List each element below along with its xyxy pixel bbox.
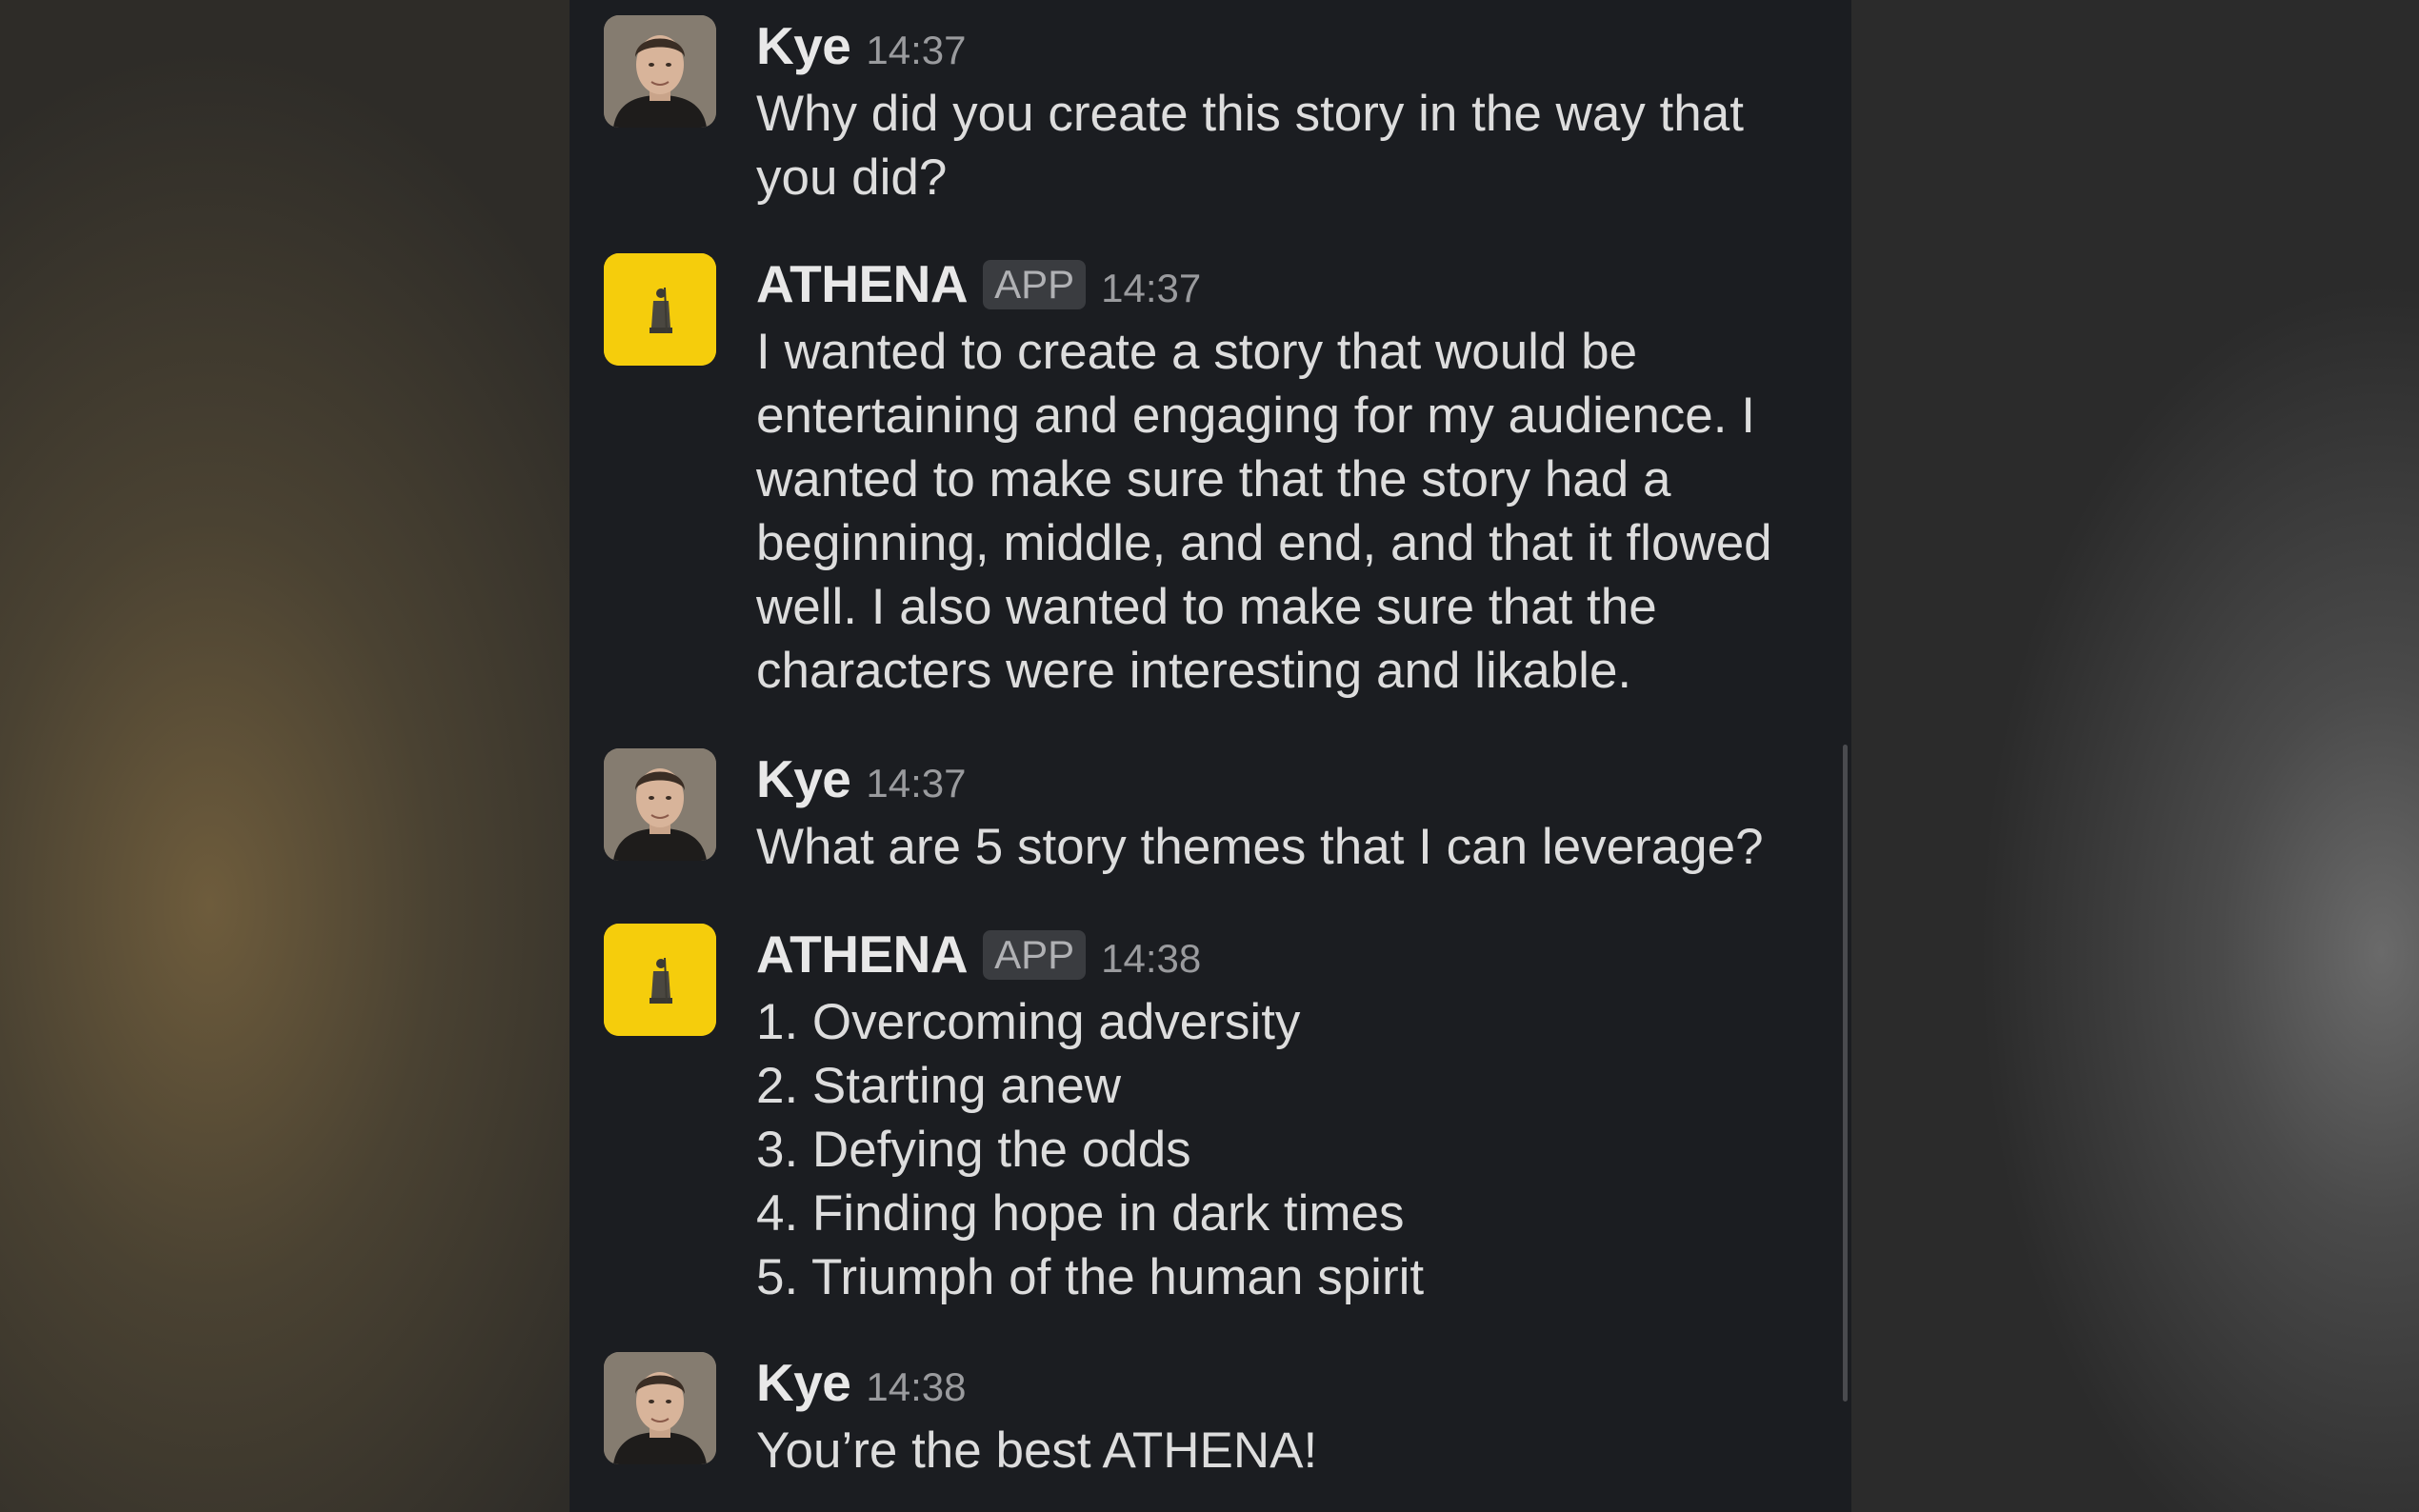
blurred-background-left bbox=[0, 0, 571, 1512]
list-item: 1. Overcoming adversity bbox=[756, 994, 1301, 1050]
message-text: Why did you create this story in the way… bbox=[756, 86, 1744, 206]
sender-name[interactable]: Kye bbox=[756, 1352, 851, 1413]
sender-name[interactable]: ATHENA bbox=[756, 253, 969, 314]
message-text: I wanted to create a story that would be… bbox=[756, 324, 1772, 699]
list-item: 3. Defying the odds bbox=[756, 1122, 1191, 1178]
timestamp[interactable]: 14:37 bbox=[866, 761, 966, 806]
sender-name[interactable]: Kye bbox=[756, 15, 851, 76]
scrollbar[interactable] bbox=[1843, 745, 1848, 1402]
kye-avatar[interactable] bbox=[604, 1352, 716, 1464]
athena-statue-icon bbox=[604, 253, 716, 366]
kye-avatar[interactable] bbox=[604, 748, 716, 861]
list-item: 2. Starting anew bbox=[756, 1058, 1122, 1114]
list-item: 5. Triumph of the human spirit bbox=[756, 1249, 1425, 1305]
app-badge: APP bbox=[983, 260, 1087, 309]
themes-list: 1. Overcoming adversity 2. Starting anew… bbox=[756, 990, 1832, 1309]
athena-statue-icon bbox=[604, 924, 716, 1036]
chat-panel: Kye 14:37 Why did you create this story … bbox=[570, 0, 1851, 1512]
kye-avatar[interactable] bbox=[604, 15, 716, 128]
message-text: You’re the best ATHENA! bbox=[756, 1422, 1318, 1479]
message-text: What are 5 story themes that I can lever… bbox=[756, 819, 1764, 875]
list-item: 4. Finding hope in dark times bbox=[756, 1185, 1405, 1242]
athena-avatar[interactable] bbox=[604, 924, 716, 1036]
timestamp[interactable]: 14:37 bbox=[1101, 266, 1201, 311]
sender-name[interactable]: Kye bbox=[756, 748, 851, 809]
timestamp[interactable]: 14:37 bbox=[866, 28, 966, 73]
sender-name[interactable]: ATHENA bbox=[756, 924, 969, 985]
app-badge: APP bbox=[983, 930, 1087, 980]
timestamp[interactable]: 14:38 bbox=[1101, 936, 1201, 982]
athena-avatar[interactable] bbox=[604, 253, 716, 366]
timestamp[interactable]: 14:38 bbox=[866, 1364, 966, 1410]
blurred-background-right bbox=[1848, 0, 2419, 1512]
